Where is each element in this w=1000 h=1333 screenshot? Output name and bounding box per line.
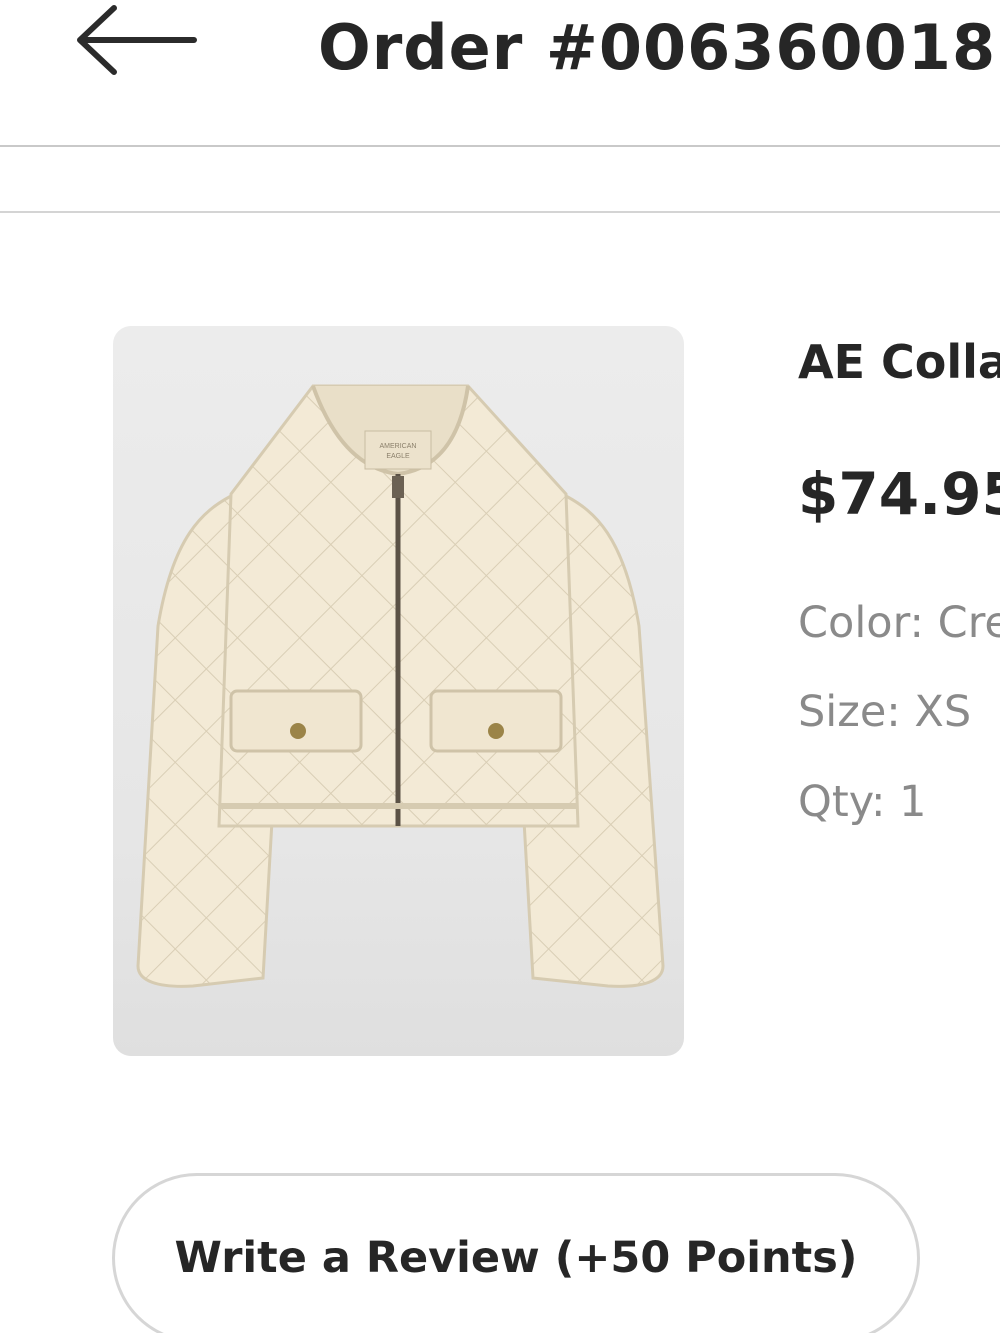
write-review-label: Write a Review (+50 Points) <box>174 1233 858 1283</box>
product-quantity: Qty: 1 <box>798 777 927 827</box>
write-review-button[interactable]: Write a Review (+50 Points) <box>112 1173 920 1333</box>
product-size: Size: XS <box>798 687 972 737</box>
section-divider <box>0 147 1000 213</box>
product-color: Color: Cream <box>798 598 1000 648</box>
product-name[interactable]: AE Collarless Quilted Jacket <box>798 332 1000 392</box>
order-details-screen: Order #006360018 AMERICAN EAGLE AE Colla… <box>0 0 1000 1333</box>
svg-text:AMERICAN: AMERICAN <box>380 443 417 450</box>
svg-text:EAGLE: EAGLE <box>386 453 410 460</box>
product-image[interactable]: AMERICAN EAGLE <box>113 326 684 1056</box>
arrow-left-icon <box>74 5 198 79</box>
back-button[interactable] <box>66 2 206 82</box>
page-title: Order #006360018 <box>318 11 997 84</box>
top-app-bar: Order #006360018 <box>0 0 1000 147</box>
product-price: $74.95 <box>798 460 1000 528</box>
quilted-jacket-image: AMERICAN EAGLE <box>136 384 665 988</box>
